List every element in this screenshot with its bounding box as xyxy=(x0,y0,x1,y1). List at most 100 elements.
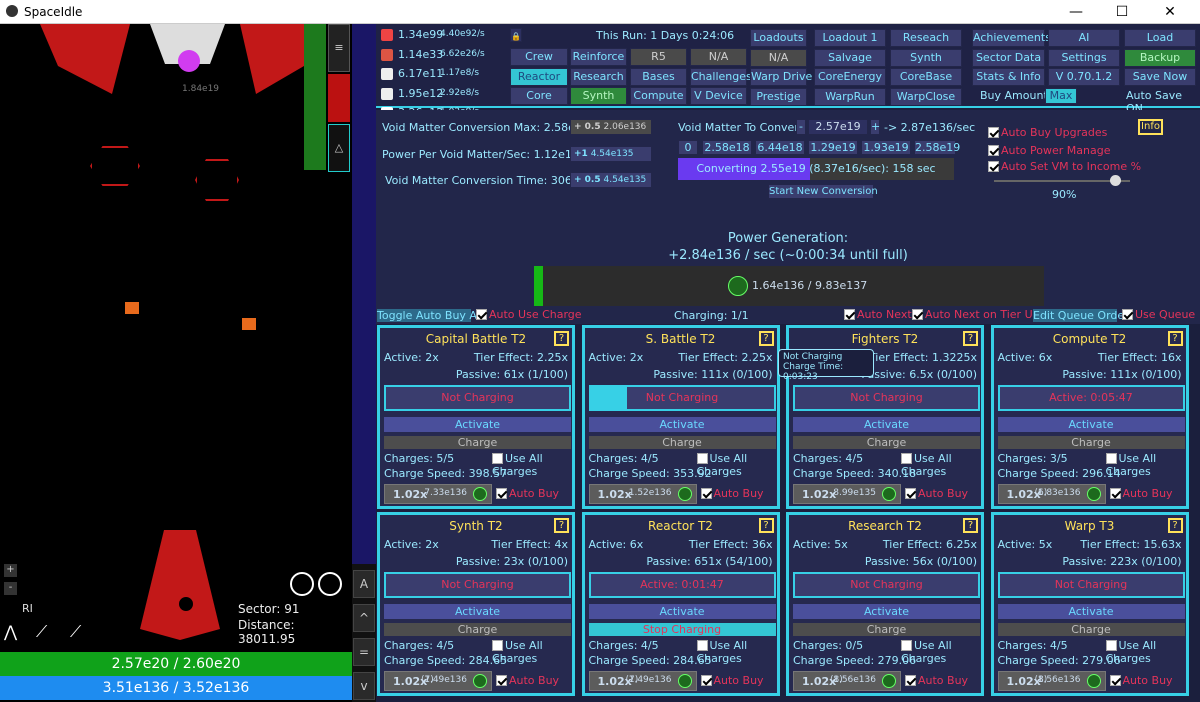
close-button[interactable]: ✕ xyxy=(1150,2,1190,22)
nav-button-r5[interactable]: R5 xyxy=(630,48,687,66)
auto-use-charge-checkbox[interactable]: Auto Use Charge xyxy=(476,308,582,321)
activate-button[interactable]: Activate xyxy=(793,417,980,432)
upgrade-button[interactable]: 1.02x 7.33e136 xyxy=(384,484,492,504)
vm-quick-1[interactable]: 2.58e18 xyxy=(702,140,752,155)
auto-buy-checkbox[interactable]: Auto Buy xyxy=(496,487,559,500)
nav-button-n-a[interactable]: N/A xyxy=(690,48,747,66)
vm-convert-minus[interactable]: - xyxy=(796,119,806,135)
zoom-in-button[interactable]: + xyxy=(4,564,17,577)
activate-button[interactable]: Activate xyxy=(384,417,571,432)
nav-button-sector-data[interactable]: Sector Data xyxy=(972,48,1045,67)
nav-button-challenges[interactable]: Challenges xyxy=(690,67,752,86)
auto-set-vm-checkbox[interactable]: Auto Set VM to Income % xyxy=(988,160,1141,173)
nav-button-n-a[interactable]: N/A xyxy=(750,48,807,67)
buy-amount-button[interactable]: Max xyxy=(1045,88,1077,104)
nav-button-load[interactable]: Load xyxy=(1124,29,1196,47)
nav-button-v-0-70-1-2[interactable]: V 0.70.1.2 xyxy=(1048,68,1120,86)
help-icon[interactable]: ? xyxy=(554,518,569,533)
nav-button-v-device[interactable]: V Device xyxy=(690,87,747,105)
auto-power-manage-checkbox[interactable]: Auto Power Manage xyxy=(988,144,1110,157)
nav-button-settings[interactable]: Settings xyxy=(1048,48,1120,67)
use-queue-checkbox[interactable]: Use Queue xyxy=(1122,308,1195,321)
vm-quick-4[interactable]: 1.93e19 xyxy=(861,140,911,155)
nav-button-warp-drive[interactable]: Warp Drive xyxy=(750,68,812,86)
lock-icon[interactable]: 🔒 xyxy=(510,28,522,42)
toggle-auto-buy-all-button[interactable]: Toggle Auto Buy All xyxy=(376,308,483,323)
help-icon[interactable]: ? xyxy=(963,331,978,346)
upgrade-button[interactable]: 1.02x (8) 1.56e136 xyxy=(793,671,901,691)
help-icon[interactable]: ? xyxy=(758,518,774,533)
help-icon[interactable]: ? xyxy=(1167,518,1183,533)
auto-buy-checkbox[interactable]: Auto Buy xyxy=(905,674,968,687)
no-missile-icon[interactable] xyxy=(290,572,314,596)
auto-buy-checkbox[interactable]: Auto Buy xyxy=(700,674,764,687)
brain-icon[interactable] xyxy=(328,74,350,122)
database-icon[interactable]: ≡ xyxy=(328,24,350,72)
nav-button-stats-info[interactable]: Stats & Info xyxy=(972,68,1045,86)
vm-quick-0[interactable]: 0 xyxy=(678,140,698,155)
fighter-wing-icon[interactable]: ⋀ xyxy=(4,622,30,648)
auto-next-checkbox[interactable]: Auto Next xyxy=(844,308,912,321)
charge-button[interactable]: Charge xyxy=(793,623,980,636)
auto-buy-checkbox[interactable]: Auto Buy xyxy=(1109,487,1173,500)
vm-quick-5[interactable]: 2.58e19 xyxy=(914,140,960,155)
charge-button[interactable]: Charge xyxy=(997,436,1185,449)
nav-button-loadouts[interactable]: Loadouts xyxy=(750,29,807,47)
nav-button-salvage[interactable]: Salvage xyxy=(814,48,886,67)
menu-button[interactable]: = xyxy=(353,638,375,666)
battle-view[interactable]: 1.84e19 ≡ △ + - RI ⋀ ⟋ ⟋ Sector: 91 Dist… xyxy=(0,24,352,702)
activate-button[interactable]: Activate xyxy=(997,604,1185,619)
nav-button-loadout-1[interactable]: Loadout 1 xyxy=(814,29,886,47)
vm-convert-input[interactable]: 2.57e19 xyxy=(808,119,868,135)
triangle-icon[interactable]: △ xyxy=(328,124,350,172)
info-button[interactable]: Info xyxy=(1138,119,1163,135)
claw-icon[interactable]: ⟋ xyxy=(70,622,96,648)
activate-button[interactable]: Activate xyxy=(997,417,1185,432)
activate-button[interactable]: Activate xyxy=(588,417,776,432)
nav-button-corebase[interactable]: CoreBase xyxy=(890,68,962,86)
nav-button-bases[interactable]: Bases xyxy=(630,67,687,86)
charge-button[interactable]: Stop Charging xyxy=(588,623,776,636)
auto-buy-checkbox[interactable]: Auto Buy xyxy=(496,674,559,687)
nav-button-reactor[interactable]: Reactor xyxy=(510,67,568,86)
maximize-button[interactable]: ☐ xyxy=(1102,2,1142,22)
upgrade-button[interactable]: 1.02x 1.52e136 xyxy=(588,484,697,504)
vm-max-upgrade[interactable]: + 0.5 2.06e136 xyxy=(570,119,652,135)
charge-button[interactable]: Charge xyxy=(384,623,571,636)
vm-income-slider[interactable] xyxy=(994,175,1130,186)
missile-icon[interactable]: ⟋ xyxy=(36,622,62,648)
nav-button-warprun[interactable]: WarpRun xyxy=(814,87,886,106)
nav-button-warpclose[interactable]: WarpClose xyxy=(890,87,962,106)
activate-button[interactable]: Activate xyxy=(793,604,980,619)
up-button[interactable]: ^ xyxy=(353,604,375,632)
auto-button[interactable]: A xyxy=(353,570,375,598)
auto-buy-checkbox[interactable]: Auto Buy xyxy=(905,487,968,500)
help-icon[interactable]: ? xyxy=(554,331,569,346)
auto-next-tier-checkbox[interactable]: Auto Next on Tier Up xyxy=(912,308,1040,321)
nav-button-crew[interactable]: Crew xyxy=(510,48,568,66)
upgrade-button[interactable]: 1.02x (7) 1.49e136 xyxy=(588,671,697,691)
no-laser-icon[interactable] xyxy=(318,572,342,596)
activate-button[interactable]: Activate xyxy=(384,604,571,619)
vm-convert-plus[interactable]: + xyxy=(870,119,880,135)
nav-button-achievements[interactable]: Achievements xyxy=(972,29,1051,47)
nav-button-synth[interactable]: Synth xyxy=(570,87,627,105)
nav-button-save-now[interactable]: Save Now xyxy=(1124,68,1196,86)
nav-button-compute[interactable]: Compute xyxy=(630,87,687,105)
nav-button-ai[interactable]: AI xyxy=(1048,29,1120,47)
edit-queue-order-button[interactable]: Edit Queue Order xyxy=(1032,308,1129,323)
help-icon[interactable]: ? xyxy=(758,331,774,346)
activate-button[interactable]: Activate xyxy=(588,604,776,619)
upgrade-button[interactable]: 1.02x (6) 1.83e136 xyxy=(997,484,1106,504)
charge-button[interactable]: Charge xyxy=(588,436,776,449)
nav-button-synth[interactable]: Synth xyxy=(890,48,962,67)
upgrade-button[interactable]: 1.02x (8) 1.56e136 xyxy=(997,671,1106,691)
auto-buy-upgrades-checkbox[interactable]: Auto Buy Upgrades xyxy=(988,126,1107,139)
nav-button-reinforce[interactable]: Reinforce xyxy=(570,48,627,66)
help-icon[interactable]: ? xyxy=(1167,331,1183,346)
auto-buy-checkbox[interactable]: Auto Buy xyxy=(1109,674,1173,687)
upgrade-button[interactable]: 1.02x 8.99e135 xyxy=(793,484,901,504)
nav-button-research[interactable]: Research xyxy=(570,67,627,86)
help-icon[interactable]: ? xyxy=(963,518,978,533)
nav-button-prestige[interactable]: Prestige xyxy=(750,87,807,106)
